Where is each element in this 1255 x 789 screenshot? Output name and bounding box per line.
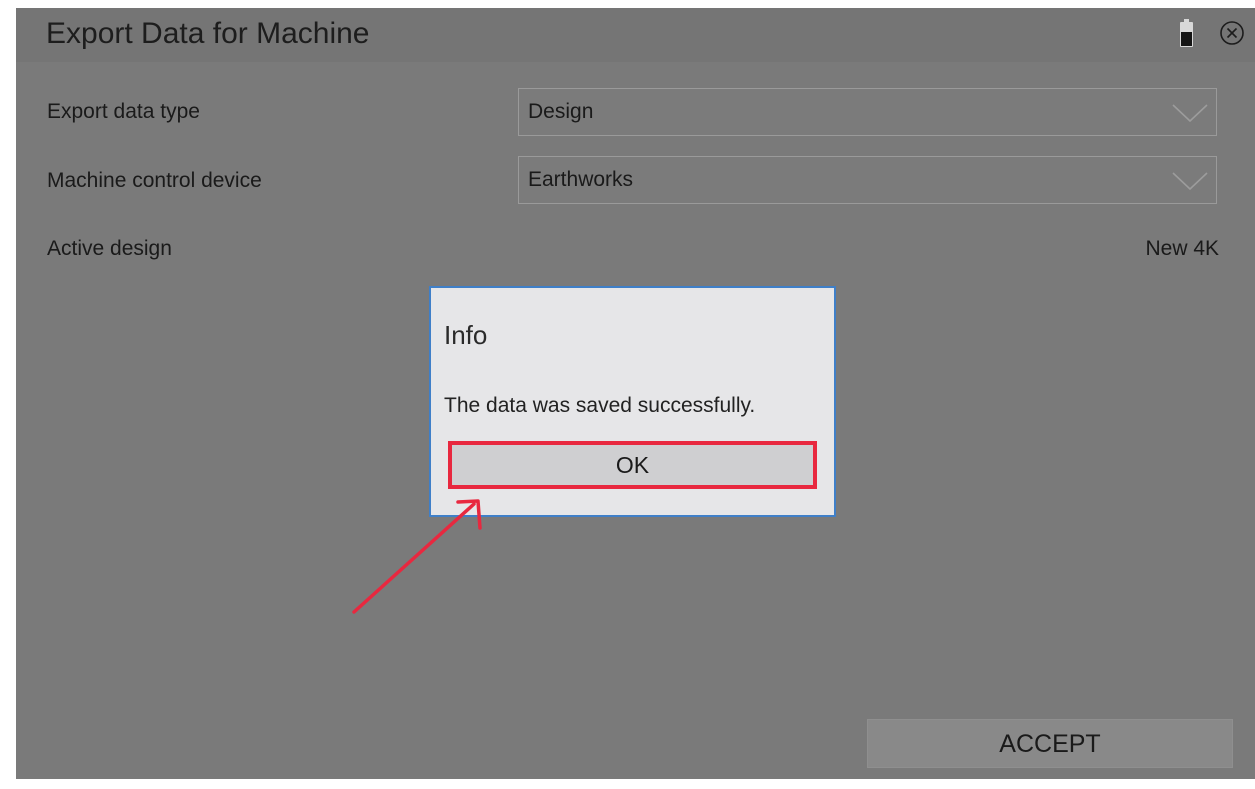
machine-control-device-value: Earthworks	[528, 168, 634, 191]
active-design-value: New 4K	[1145, 237, 1219, 260]
title-bar: Export Data for Machine	[16, 8, 1255, 62]
battery-icon	[1180, 19, 1193, 47]
chevron-down-icon	[1172, 172, 1208, 191]
accept-button[interactable]: ACCEPT	[867, 719, 1233, 768]
export-data-type-select[interactable]: Design	[518, 88, 1217, 136]
machine-control-device-select[interactable]: Earthworks	[518, 156, 1217, 204]
export-data-type-value: Design	[528, 100, 594, 123]
active-design-label: Active design	[47, 237, 172, 260]
close-icon[interactable]	[1219, 20, 1245, 46]
dialog-title: Info	[444, 320, 488, 350]
export-data-window: Export Data for Machine Export data type…	[16, 8, 1255, 779]
machine-control-device-label: Machine control device	[47, 169, 262, 192]
window-title: Export Data for Machine	[46, 17, 370, 50]
export-data-type-label: Export data type	[47, 100, 200, 123]
chevron-down-icon	[1172, 104, 1208, 123]
ok-button[interactable]: OK	[448, 441, 817, 489]
dialog-message: The data was saved successfully.	[444, 394, 756, 417]
info-dialog: Info The data was saved successfully. OK	[429, 286, 836, 517]
